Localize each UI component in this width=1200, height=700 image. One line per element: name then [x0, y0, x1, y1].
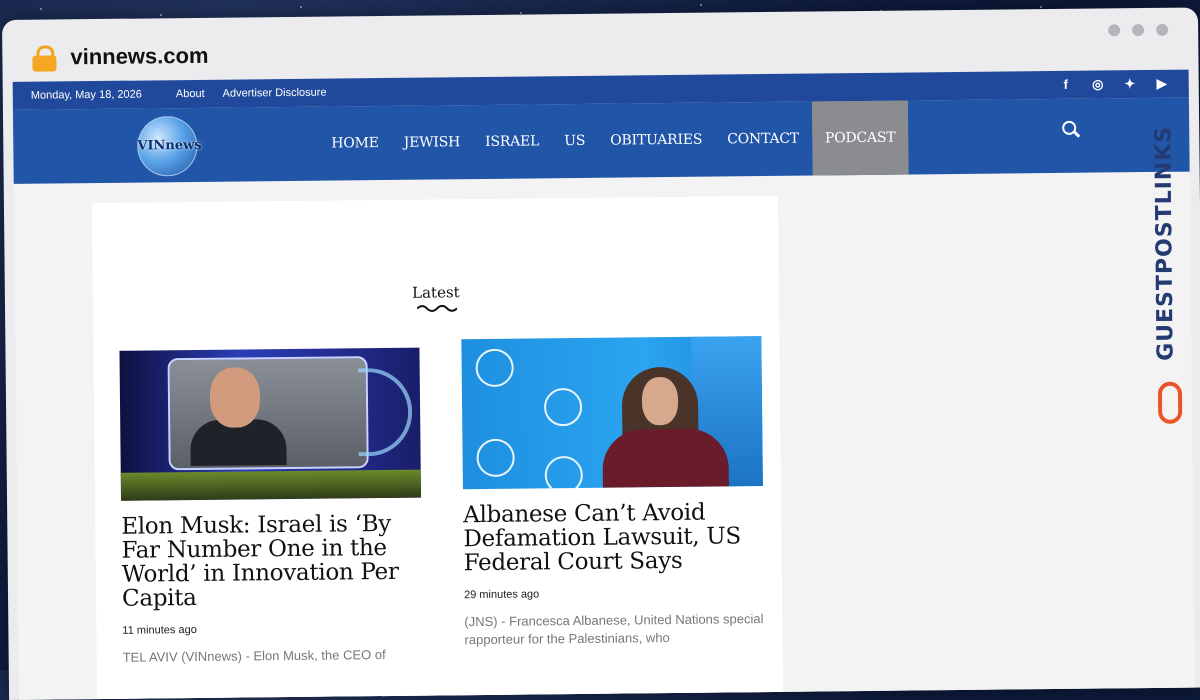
article-time: 11 minutes ago [122, 623, 197, 637]
logo-text: VINnews [137, 137, 202, 154]
nav-item-jewish[interactable]: JEWISH [404, 134, 461, 151]
article-excerpt: TEL AVIV (VINnews) - Elon Musk, the CEO … [122, 647, 386, 665]
article-image[interactable] [461, 336, 763, 490]
nav-item-obituaries[interactable]: OBITUARIES [610, 132, 702, 149]
window-dot-icon[interactable] [1156, 23, 1169, 36]
address-bar[interactable]: vinnews.com [32, 36, 209, 78]
site-logo[interactable]: VINnews [137, 115, 202, 177]
article-title[interactable]: Elon Musk: Israel is ‘By Far Number One … [121, 511, 422, 612]
social-links: f ◎ ✦ ▶ [1059, 76, 1169, 93]
instagram-icon[interactable]: ◎ [1091, 76, 1105, 92]
nav-item-home[interactable]: HOME [331, 135, 379, 151]
current-date: Monday, May 18, 2026 [30, 88, 142, 102]
about-link[interactable]: About [176, 88, 205, 100]
nav-item-us[interactable]: US [564, 133, 585, 149]
browser-window: vinnews.com Monday, May 18, 2026 About A… [2, 7, 1200, 700]
wave-divider-icon [416, 304, 458, 313]
link-icon [1157, 381, 1183, 424]
twitter-icon[interactable]: ✦ [1123, 76, 1137, 92]
nav-item-podcast[interactable]: PODCAST [811, 100, 909, 176]
section-heading: Latest [412, 283, 460, 302]
watermark-text: GUESTPOSTLINKS [1151, 125, 1179, 361]
guestpostlinks-watermark: GUESTPOSTLINKS [1149, 126, 1186, 426]
window-controls [1108, 23, 1169, 37]
nav-item-contact[interactable]: CONTACT [727, 131, 799, 148]
lock-icon [32, 45, 57, 72]
website: Monday, May 18, 2026 About Advertiser Di… [12, 69, 1196, 700]
url-text[interactable]: vinnews.com [70, 43, 208, 70]
nav-item-israel[interactable]: ISRAEL [485, 133, 539, 150]
search-icon[interactable] [1062, 120, 1084, 143]
article-excerpt: (JNS) - Francesca Albanese, United Natio… [464, 611, 764, 648]
article-time: 29 minutes ago [463, 588, 540, 602]
main-navigation: VINnews HOME JEWISH ISRAEL US OBITUARIES… [12, 97, 1190, 184]
article-card[interactable]: Elon Musk: Israel is ‘By Far Number One … [119, 347, 422, 667]
advertiser-disclosure-link[interactable]: Advertiser Disclosure [223, 87, 327, 100]
facebook-icon[interactable]: f [1059, 77, 1073, 93]
latest-section: Latest Elon Musk: Israel is ‘By Far Numb… [91, 195, 784, 700]
window-dot-icon[interactable] [1132, 24, 1145, 37]
article-card[interactable]: Albanese Can’t Avoid Defamation Lawsuit,… [461, 336, 764, 649]
window-dot-icon[interactable] [1108, 24, 1121, 37]
youtube-icon[interactable]: ▶ [1155, 76, 1169, 92]
nav-menu: HOME JEWISH ISRAEL US OBITUARIES CONTACT… [331, 100, 934, 180]
article-title[interactable]: Albanese Can’t Avoid Defamation Lawsuit,… [463, 500, 764, 577]
article-image[interactable] [119, 347, 422, 501]
